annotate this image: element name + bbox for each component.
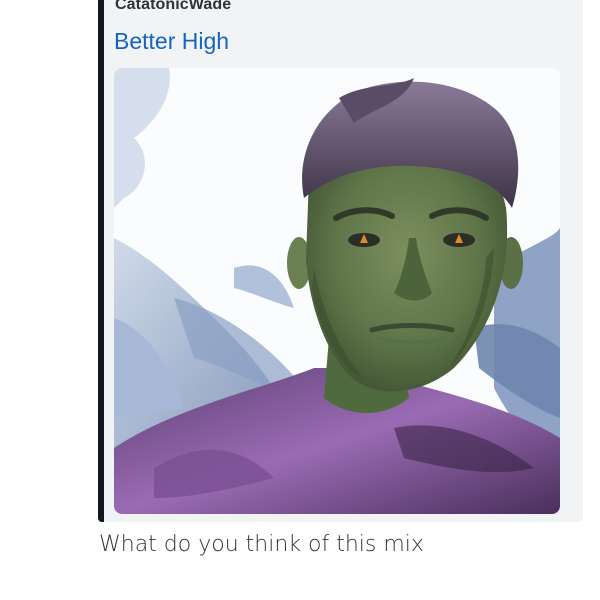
embed-author-name[interactable]: CatatonicWade [115,0,231,14]
artwork-illustration [114,68,560,514]
embed-title-link[interactable]: Better High [114,28,229,55]
link-embed: CatatonicWade Better High [98,0,583,522]
embed-artwork-image[interactable] [114,68,560,514]
message-content: What do you think of this mix [99,532,424,557]
